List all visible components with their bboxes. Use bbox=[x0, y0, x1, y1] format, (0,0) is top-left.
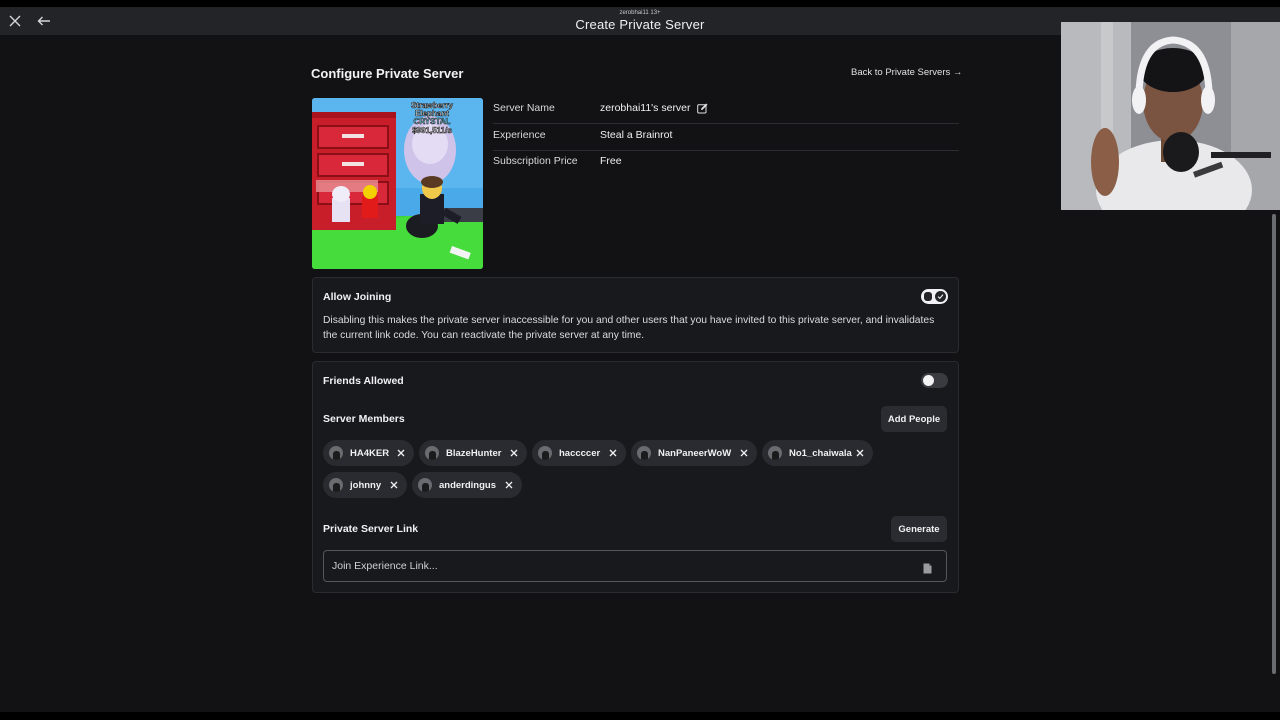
member-chip[interactable]: No1_chaiwala bbox=[762, 440, 873, 466]
member-chip[interactable]: NanPaneerWoW bbox=[631, 440, 757, 466]
server-settings-card: Friends Allowed Server Members Add Peopl… bbox=[312, 361, 959, 593]
subscription-price-value: Free bbox=[600, 155, 622, 167]
join-link-input[interactable] bbox=[332, 551, 912, 581]
copy-icon[interactable] bbox=[923, 561, 932, 574]
member-chip[interactable]: BlazeHunter bbox=[419, 440, 527, 466]
member-name: johnny bbox=[350, 479, 382, 491]
x-icon[interactable] bbox=[387, 478, 401, 492]
friends-allowed-toggle[interactable] bbox=[921, 373, 948, 388]
member-name: No1_chaiwala bbox=[789, 447, 852, 459]
check-icon bbox=[937, 294, 944, 300]
x-icon[interactable] bbox=[853, 446, 867, 460]
allow-joining-description: Disabling this makes the private server … bbox=[323, 315, 935, 341]
allow-joining-label: Allow Joining bbox=[323, 291, 392, 303]
subscription-price-label: Subscription Price bbox=[493, 155, 578, 167]
server-name-row: Server Name zerobhai11's server bbox=[493, 98, 959, 124]
friends-allowed-label: Friends Allowed bbox=[323, 375, 404, 387]
scrollbar[interactable] bbox=[1270, 210, 1278, 712]
avatar bbox=[425, 446, 439, 460]
edit-icon[interactable] bbox=[696, 103, 708, 114]
avatar bbox=[637, 446, 651, 460]
top-bar-black bbox=[0, 0, 1280, 7]
x-icon[interactable] bbox=[606, 446, 620, 460]
member-chip[interactable]: anderdingus bbox=[412, 472, 522, 498]
experience-thumbnail: Strawberry Elephant CRYSTAL $991,511/s bbox=[312, 98, 483, 269]
experience-label: Experience bbox=[493, 129, 546, 141]
webcam-overlay bbox=[1061, 22, 1280, 210]
avatar bbox=[329, 446, 343, 460]
x-icon[interactable] bbox=[737, 446, 751, 460]
add-people-button[interactable]: Add People bbox=[881, 406, 947, 432]
x-icon[interactable] bbox=[507, 446, 521, 460]
avatar bbox=[538, 446, 552, 460]
x-icon[interactable] bbox=[394, 446, 408, 460]
bottom-bar-black bbox=[0, 712, 1280, 720]
generate-button[interactable]: Generate bbox=[891, 516, 947, 542]
subscription-price-row: Subscription Price Free bbox=[493, 151, 959, 177]
scrollbar-thumb[interactable] bbox=[1272, 214, 1276, 674]
member-name: anderdingus bbox=[439, 479, 497, 491]
allow-joining-card: Allow Joining Disabling this makes the p… bbox=[312, 277, 959, 353]
svg-text:CRYSTAL: CRYSTAL bbox=[414, 117, 451, 126]
account-username: zerobhai11 13+ bbox=[619, 10, 661, 16]
page-title: Configure Private Server bbox=[311, 66, 464, 81]
svg-text:$991,511/s: $991,511/s bbox=[412, 126, 452, 135]
experience-row: Experience Steal a Brainrot bbox=[493, 125, 959, 151]
avatar bbox=[418, 478, 432, 492]
server-name-label: Server Name bbox=[493, 102, 555, 114]
server-members-label: Server Members bbox=[323, 413, 405, 425]
member-name: haccccer bbox=[559, 447, 601, 459]
x-icon[interactable] bbox=[502, 478, 516, 492]
join-link-field[interactable] bbox=[323, 550, 947, 582]
server-name-value: zerobhai11's server bbox=[600, 102, 691, 114]
private-server-link-label: Private Server Link bbox=[323, 523, 419, 535]
avatar bbox=[329, 478, 343, 492]
back-to-private-servers-link[interactable]: Back to Private Servers → bbox=[851, 67, 962, 78]
experience-value: Steal a Brainrot bbox=[600, 129, 673, 141]
member-name: NanPaneerWoW bbox=[658, 447, 732, 459]
member-chip[interactable]: johnny bbox=[323, 472, 407, 498]
member-chip[interactable]: HA4KER bbox=[323, 440, 414, 466]
member-name: BlazeHunter bbox=[446, 447, 502, 459]
member-name: HA4KER bbox=[350, 447, 390, 459]
avatar bbox=[768, 446, 782, 460]
member-chip[interactable]: haccccer bbox=[532, 440, 626, 466]
allow-joining-toggle[interactable] bbox=[921, 289, 948, 304]
